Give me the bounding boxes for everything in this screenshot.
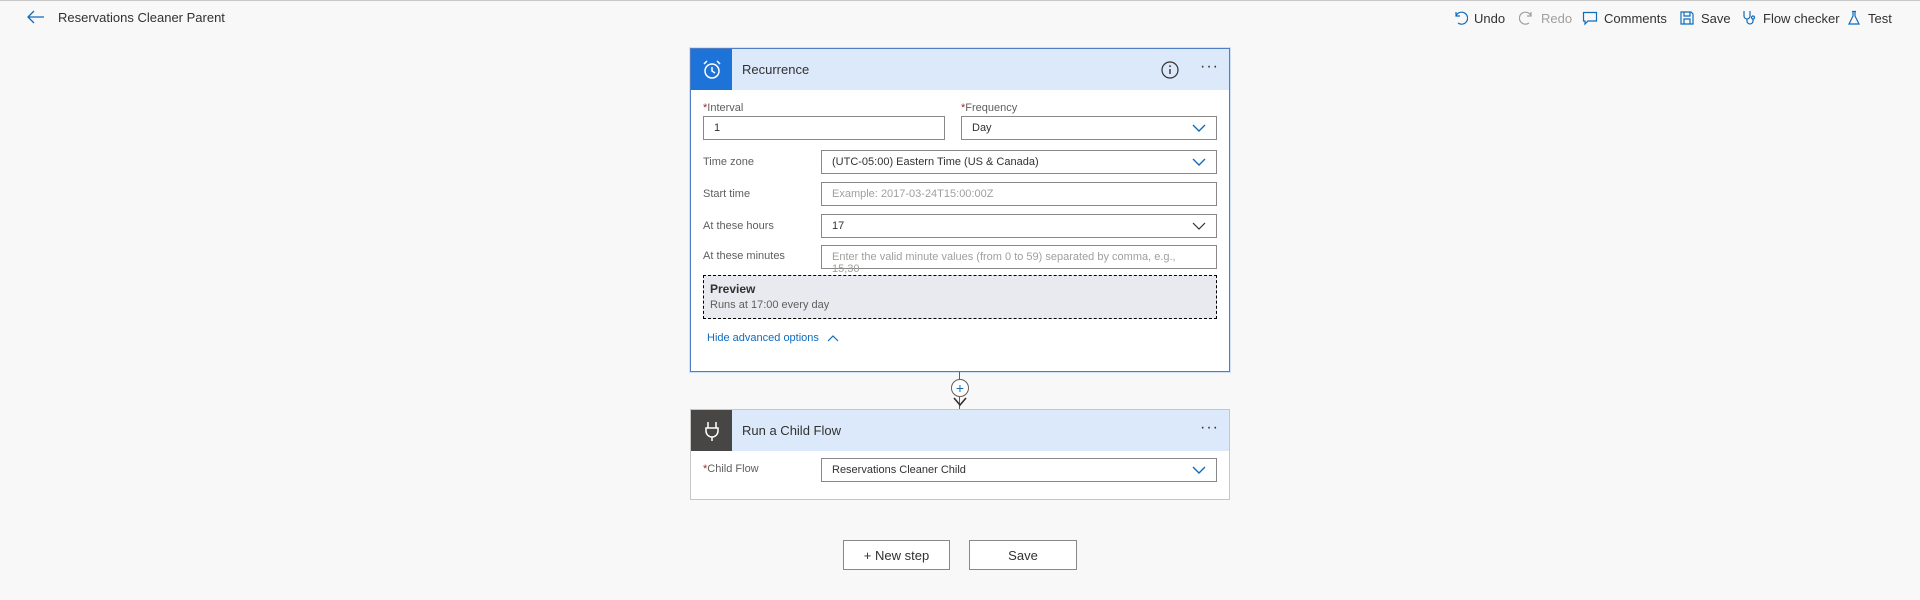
child-flow-title: Run a Child Flow xyxy=(742,423,841,438)
preview-title: Preview xyxy=(710,282,756,296)
test-button[interactable]: Test xyxy=(1846,8,1892,28)
recurrence-card-header[interactable]: Recurrence ··· xyxy=(691,49,1229,90)
new-step-button[interactable]: + New step xyxy=(843,540,950,570)
redo-icon xyxy=(1519,11,1532,25)
arrow-down-icon xyxy=(953,397,967,407)
save-button[interactable]: Save xyxy=(1679,8,1731,28)
hours-label: At these hours xyxy=(703,220,774,232)
child-flow-card[interactable]: Run a Child Flow ··· *Child Flow Reserva… xyxy=(690,409,1230,500)
frequency-value: Day xyxy=(972,122,992,134)
chevron-down-icon xyxy=(1192,466,1206,474)
preview-text: Runs at 17:00 every day xyxy=(710,299,830,311)
interval-label: *Interval xyxy=(703,102,744,114)
save-flow-button[interactable]: Save xyxy=(969,540,1077,570)
frequency-label: *Frequency xyxy=(961,102,1018,114)
preview-box: Preview Runs at 17:00 every day xyxy=(703,275,1217,319)
undo-label: Undo xyxy=(1474,10,1506,26)
hours-value: 17 xyxy=(832,220,845,232)
more-options-icon[interactable]: ··· xyxy=(1200,420,1219,436)
top-bar: Reservations Cleaner Parent Undo Redo Co… xyxy=(0,0,1920,34)
recurrence-card[interactable]: Recurrence ··· *Interval 1 *Frequency Da… xyxy=(690,48,1230,372)
alarm-clock-icon xyxy=(691,49,732,90)
back-arrow-icon[interactable] xyxy=(26,8,46,26)
comments-button[interactable]: Comments xyxy=(1582,8,1667,28)
flask-icon xyxy=(1848,10,1860,25)
child-flow-label: *Child Flow xyxy=(703,463,759,475)
timezone-value: (UTC-05:00) Eastern Time (US & Canada) xyxy=(832,156,1039,168)
comments-label: Comments xyxy=(1604,10,1667,26)
info-icon[interactable] xyxy=(1161,61,1179,79)
chevron-down-icon xyxy=(1192,124,1206,132)
hide-advanced-options-link[interactable]: Hide advanced options xyxy=(707,332,839,344)
chevron-up-icon xyxy=(827,335,839,342)
child-flow-card-header[interactable]: Run a Child Flow ··· xyxy=(691,410,1229,451)
minutes-label: At these minutes xyxy=(703,250,785,262)
undo-button[interactable]: Undo xyxy=(1452,8,1505,28)
child-flow-dropdown[interactable]: Reservations Cleaner Child xyxy=(821,458,1217,482)
redo-label: Redo xyxy=(1541,10,1573,26)
child-flow-value: Reservations Cleaner Child xyxy=(832,464,966,476)
plug-icon xyxy=(691,410,732,451)
interval-input[interactable]: 1 xyxy=(703,116,945,140)
redo-button[interactable]: Redo xyxy=(1519,8,1572,28)
add-step-icon[interactable]: + xyxy=(951,379,969,397)
recurrence-title: Recurrence xyxy=(742,62,810,77)
chevron-down-icon xyxy=(1192,222,1206,230)
test-label: Test xyxy=(1868,10,1892,26)
chevron-down-icon xyxy=(1192,158,1206,166)
more-options-icon[interactable]: ··· xyxy=(1200,59,1219,75)
minutes-input[interactable]: Enter the valid minute values (from 0 to… xyxy=(821,245,1217,275)
stethoscope-icon xyxy=(1743,11,1756,25)
hours-dropdown[interactable]: 17 xyxy=(821,214,1217,238)
timezone-dropdown[interactable]: (UTC-05:00) Eastern Time (US & Canada) xyxy=(821,150,1217,174)
start-time-label: Start time xyxy=(703,188,751,200)
save-icon xyxy=(1680,11,1694,25)
comment-icon xyxy=(1582,11,1598,26)
frequency-dropdown[interactable]: Day xyxy=(961,116,1217,140)
hide-advanced-label: Hide advanced options xyxy=(707,332,819,344)
timezone-label: Time zone xyxy=(703,156,754,168)
flow-title: Reservations Cleaner Parent xyxy=(58,10,225,25)
undo-icon xyxy=(1455,11,1468,25)
start-time-input[interactable]: Example: 2017-03-24T15:00:00Z xyxy=(821,182,1217,206)
save-label: Save xyxy=(1701,10,1731,26)
flow-checker-button[interactable]: Flow checker xyxy=(1741,8,1840,28)
flow-checker-label: Flow checker xyxy=(1763,10,1840,26)
